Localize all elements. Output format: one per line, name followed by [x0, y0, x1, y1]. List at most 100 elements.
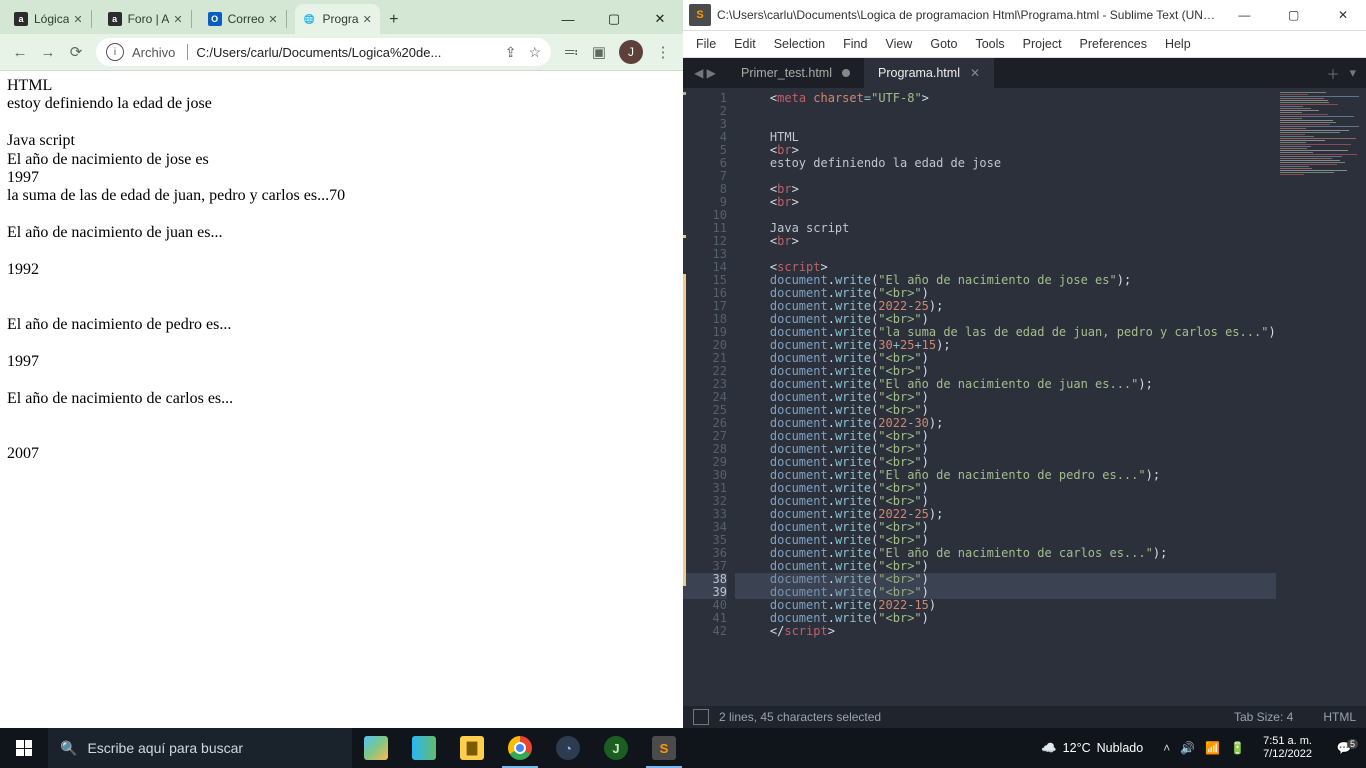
app-chrome[interactable]	[496, 728, 544, 768]
favicon-icon: a	[108, 12, 122, 26]
close-button[interactable]: ✕	[1320, 0, 1366, 30]
editor-area[interactable]: 1234567891011121314151617181920212223242…	[683, 88, 1366, 706]
tab-close-icon[interactable]: ✕	[73, 13, 82, 26]
status-syntax[interactable]: HTML	[1323, 710, 1356, 724]
minimize-button[interactable]: —	[1221, 0, 1267, 30]
sublime-title: C:\Users\carlu\Documents\Logica de progr…	[717, 8, 1221, 22]
page-line: El año de nacimiento de jose es	[7, 151, 676, 169]
minimize-button[interactable]: —	[545, 4, 591, 34]
sublime-tab-bar: ◀ ▶ Primer_test.html Programa.html ✕ ＋ ▾	[683, 58, 1366, 88]
tray-chevron-icon[interactable]: ˄	[1163, 741, 1170, 755]
menu-find[interactable]: Find	[834, 34, 876, 54]
chrome-tab-3[interactable]: 🌐 Progra ✕	[295, 4, 380, 34]
sublime-window-controls: — ▢ ✕	[1221, 0, 1366, 30]
tab-title: Correo	[228, 12, 265, 26]
app-sublime[interactable]: S	[640, 728, 688, 768]
sublime-tab-0[interactable]: Primer_test.html	[727, 58, 864, 88]
minimap[interactable]	[1276, 88, 1366, 706]
address-bar[interactable]: i Archivo C:/Users/carlu/Documents/Logic…	[96, 38, 551, 66]
chrome-tab-1[interactable]: a Foro | A ✕	[100, 4, 200, 34]
tab-close-icon[interactable]: ✕	[363, 13, 372, 26]
page-line: El año de nacimiento de pedro es...	[7, 316, 676, 334]
app-file-explorer[interactable]: ▇	[448, 728, 496, 768]
taskbar-search[interactable]: 🔍 Escribe aquí para buscar	[48, 728, 352, 768]
sublime-tab-title: Primer_test.html	[741, 66, 832, 80]
tab-title: Lógica	[34, 12, 69, 26]
sublime-menubar: File Edit Selection Find View Goto Tools…	[683, 31, 1366, 58]
chrome-titlebar: a Lógica ✕ a Foro | A ✕ O Correo ✕	[0, 0, 683, 34]
sublime-tab-1[interactable]: Programa.html ✕	[864, 58, 994, 88]
weather-widget[interactable]: ☁️ 12°C Nublado	[1029, 741, 1155, 756]
status-tabsize[interactable]: Tab Size: 4	[1234, 710, 1293, 724]
app-green[interactable]: J	[592, 728, 640, 768]
forward-button[interactable]: →	[34, 38, 62, 66]
page-content: HTML estoy definiendo la edad de jose Ja…	[0, 71, 683, 469]
tab-title: Foro | A	[128, 12, 170, 26]
maximize-button[interactable]: ▢	[1271, 0, 1317, 30]
page-line: 1992	[7, 261, 676, 279]
sublime-logo-icon: S	[689, 4, 711, 26]
sublime-statusbar: 2 lines, 45 characters selected Tab Size…	[683, 706, 1366, 728]
page-line: 1997	[7, 353, 676, 371]
page-line: 2007	[7, 445, 676, 463]
back-button[interactable]: ←	[6, 38, 34, 66]
tab-dropdown-icon[interactable]: ▾	[1349, 65, 1356, 81]
search-placeholder: Escribe aquí para buscar	[87, 740, 243, 756]
dirty-indicator-icon	[842, 69, 850, 77]
page-line: la suma de las de edad de juan, pedro y …	[7, 187, 676, 205]
new-tab-icon[interactable]: ＋	[1326, 64, 1339, 83]
menu-edit[interactable]: Edit	[725, 34, 765, 54]
notification-count: 5	[1347, 739, 1358, 749]
menu-preferences[interactable]: Preferences	[1071, 34, 1156, 54]
tray-wifi-icon[interactable]: 📶	[1205, 741, 1220, 755]
menu-button[interactable]: ⋮	[649, 38, 677, 66]
share-icon[interactable]: ⇪	[505, 44, 517, 61]
chrome-tab-2[interactable]: O Correo ✕	[200, 4, 295, 34]
tab-title: Progra	[323, 12, 359, 26]
reading-list-icon[interactable]: ≕	[557, 38, 585, 66]
tab-close-icon[interactable]: ✕	[268, 13, 277, 26]
app-painting[interactable]	[352, 728, 400, 768]
menu-file[interactable]: File	[687, 34, 725, 54]
tab-history-nav[interactable]: ◀ ▶	[683, 58, 727, 88]
tab-close-icon[interactable]: ✕	[173, 13, 182, 26]
tray-battery-icon[interactable]: 🔋	[1230, 741, 1245, 755]
sidepanel-icon[interactable]: ▣	[585, 38, 613, 66]
bookmark-icon[interactable]: ☆	[528, 44, 541, 61]
start-button[interactable]	[0, 728, 48, 768]
close-button[interactable]: ✕	[637, 4, 683, 34]
line-gutter: 1234567891011121314151617181920212223242…	[683, 88, 735, 706]
weather-icon: ☁️	[1041, 741, 1057, 756]
favicon-icon: 🌐	[303, 12, 317, 26]
search-icon: 🔍	[60, 740, 77, 757]
menu-view[interactable]: View	[876, 34, 921, 54]
menu-tools[interactable]: Tools	[966, 34, 1013, 54]
tray-volume-icon[interactable]: 🔊	[1180, 741, 1195, 755]
code-content[interactable]: <meta charset="UTF-8"> HTML <br> estoy d…	[735, 88, 1276, 706]
menu-help[interactable]: Help	[1156, 34, 1200, 54]
weather-temp: 12°C	[1063, 741, 1091, 755]
app-chrome-alt[interactable]: ◔	[544, 728, 592, 768]
menu-goto[interactable]: Goto	[921, 34, 966, 54]
weather-desc: Nublado	[1097, 741, 1144, 755]
site-info-icon[interactable]: i	[106, 43, 124, 61]
chrome-toolbar: ← → ⟳ i Archivo C:/Users/carlu/Documents…	[0, 34, 683, 71]
chrome-tab-0[interactable]: a Lógica ✕	[6, 4, 100, 34]
system-tray[interactable]: ˄ 🔊 📶 🔋	[1155, 741, 1253, 755]
menu-project[interactable]: Project	[1014, 34, 1071, 54]
taskbar-clock[interactable]: 7:51 a. m. 7/12/2022	[1253, 735, 1322, 761]
app-task-view[interactable]	[400, 728, 448, 768]
menu-selection[interactable]: Selection	[765, 34, 834, 54]
chrome-tabs: a Lógica ✕ a Foro | A ✕ O Correo ✕	[0, 0, 545, 34]
action-center-button[interactable]: 💬 5	[1322, 741, 1366, 755]
new-tab-button[interactable]: +	[380, 6, 408, 34]
maximize-button[interactable]: ▢	[591, 4, 637, 34]
profile-avatar[interactable]: J	[619, 40, 643, 64]
windows-logo-icon	[16, 740, 32, 756]
tab-close-icon[interactable]: ✕	[970, 66, 980, 80]
panel-switch-icon[interactable]	[693, 709, 709, 725]
sublime-titlebar: S C:\Users\carlu\Documents\Logica de pro…	[683, 0, 1366, 31]
page-line: Java script	[7, 132, 676, 150]
page-line: 1997	[7, 169, 676, 187]
reload-button[interactable]: ⟳	[62, 38, 90, 66]
